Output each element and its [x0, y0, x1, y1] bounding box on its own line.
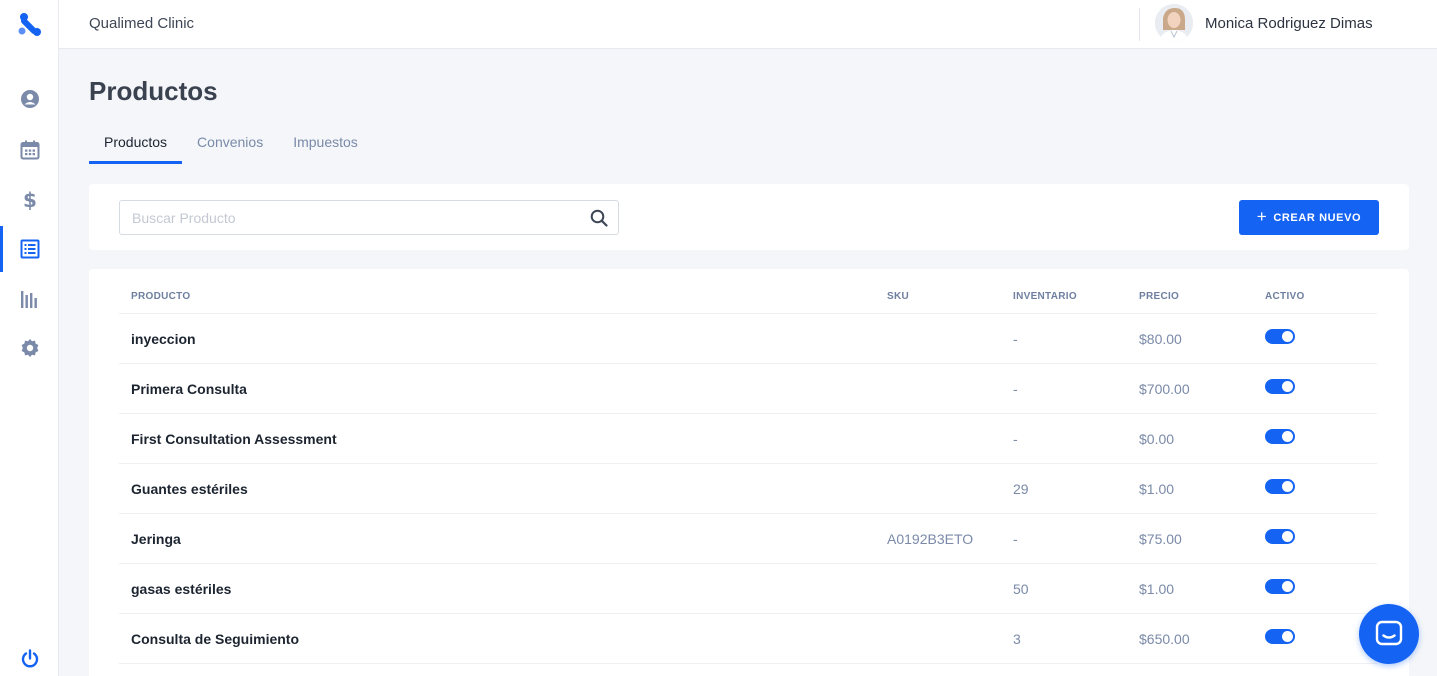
product-price: $80.00 [1139, 331, 1182, 347]
tab-impuestos[interactable]: Impuestos [278, 126, 373, 164]
product-inventory: - [1013, 381, 1018, 397]
create-new-label: CREAR NUEVO [1273, 211, 1362, 224]
product-sku: A0192B3ETO [887, 531, 974, 547]
table-header: PRODUCTO SKU INVENTARIO PRECIO ACTIVO [119, 269, 1377, 314]
list-icon [20, 239, 39, 259]
search-input[interactable] [120, 201, 560, 234]
user-name[interactable]: Monica Rodriguez Dimas [1205, 15, 1373, 32]
plus-icon: + [1256, 207, 1268, 226]
active-toggle[interactable] [1265, 329, 1295, 344]
table-row[interactable]: First Consultation Assessment - $0.00 [119, 414, 1377, 464]
svg-text:$: $ [23, 190, 37, 210]
product-name[interactable]: gasas estériles [131, 581, 231, 597]
product-name[interactable]: Guantes estériles [131, 481, 248, 497]
product-inventory: - [1013, 331, 1018, 347]
table-row[interactable]: Guantes estériles 29 $1.00 [119, 464, 1377, 514]
create-new-button[interactable]: + CREAR NUEVO [1239, 200, 1379, 235]
product-name[interactable]: inyeccion [131, 331, 196, 347]
tab-productos[interactable]: Productos [89, 126, 183, 164]
header-inventario[interactable]: INVENTARIO [1013, 291, 1077, 302]
sidebar-item-billing[interactable]: $ [0, 177, 59, 223]
avatar[interactable] [1155, 4, 1193, 42]
active-toggle[interactable] [1265, 629, 1295, 644]
calendar-icon [20, 140, 39, 160]
product-name[interactable]: Primera Consulta [131, 381, 247, 397]
page-title: Productos [89, 76, 218, 106]
active-toggle[interactable] [1265, 429, 1295, 444]
bar-chart-icon [20, 291, 37, 308]
clinic-name[interactable]: Qualimed Clinic [89, 15, 194, 32]
header-precio[interactable]: PRECIO [1139, 291, 1179, 302]
table-row[interactable]: Primera Consulta - $700.00 [119, 364, 1377, 414]
product-inventory: 29 [1013, 481, 1029, 497]
app-logo-icon[interactable] [17, 12, 43, 36]
sidebar-item-settings[interactable] [0, 325, 59, 371]
table-row[interactable]: gasas estériles 50 $1.00 [119, 564, 1377, 614]
product-inventory: 3 [1013, 631, 1021, 647]
product-name[interactable]: Jeringa [131, 531, 181, 547]
search-box [119, 200, 619, 235]
chat-launcher-button[interactable] [1359, 604, 1419, 664]
tabs: Productos Convenios Impuestos [89, 126, 373, 166]
active-toggle[interactable] [1265, 579, 1295, 594]
topbar-divider [1139, 8, 1140, 41]
sidebar-item-logout[interactable] [0, 636, 59, 676]
product-name[interactable]: Consulta de Seguimiento [131, 631, 299, 647]
user-avatar-icon [1155, 4, 1193, 42]
products-table: PRODUCTO SKU INVENTARIO PRECIO ACTIVO in… [89, 269, 1409, 676]
header-producto[interactable]: PRODUCTO [131, 291, 190, 302]
product-price: $0.00 [1139, 431, 1175, 447]
product-price: $1.00 [1139, 481, 1175, 497]
active-toggle[interactable] [1265, 529, 1295, 544]
dollar-icon: $ [23, 190, 37, 210]
sidebar-item-patients[interactable] [0, 76, 59, 122]
search-toolbar: + CREAR NUEVO [89, 184, 1409, 250]
active-toggle[interactable] [1265, 479, 1295, 494]
gear-icon [21, 339, 38, 357]
tab-convenios[interactable]: Convenios [182, 126, 278, 164]
header-sku[interactable]: SKU [887, 291, 909, 302]
topbar: Qualimed Clinic Monica Rodriguez Dimas [59, 0, 1437, 49]
product-price: $1.00 [1139, 581, 1175, 597]
product-name[interactable]: First Consultation Assessment [131, 431, 337, 447]
product-price: $75.00 [1139, 531, 1182, 547]
active-toggle[interactable] [1265, 379, 1295, 394]
user-circle-icon [20, 90, 39, 108]
product-price: $650.00 [1139, 631, 1190, 647]
product-inventory: - [1013, 531, 1018, 547]
header-activo[interactable]: ACTIVO [1265, 291, 1305, 302]
product-price: $700.00 [1139, 381, 1190, 397]
table-row[interactable]: inyeccion - $80.00 [119, 314, 1377, 364]
product-inventory: - [1013, 431, 1018, 447]
product-inventory: 50 [1013, 581, 1029, 597]
sidebar: $ [0, 0, 59, 676]
power-icon [21, 649, 38, 668]
sidebar-item-reports[interactable] [0, 276, 59, 322]
chat-icon [1375, 620, 1403, 646]
sidebar-item-products[interactable] [0, 226, 59, 272]
table-row[interactable]: Consulta de Seguimiento 3 $650.00 [119, 614, 1377, 664]
table-row[interactable]: Jeringa A0192B3ETO - $75.00 [119, 514, 1377, 564]
search-icon[interactable] [590, 209, 608, 227]
sidebar-item-calendar[interactable] [0, 127, 59, 173]
